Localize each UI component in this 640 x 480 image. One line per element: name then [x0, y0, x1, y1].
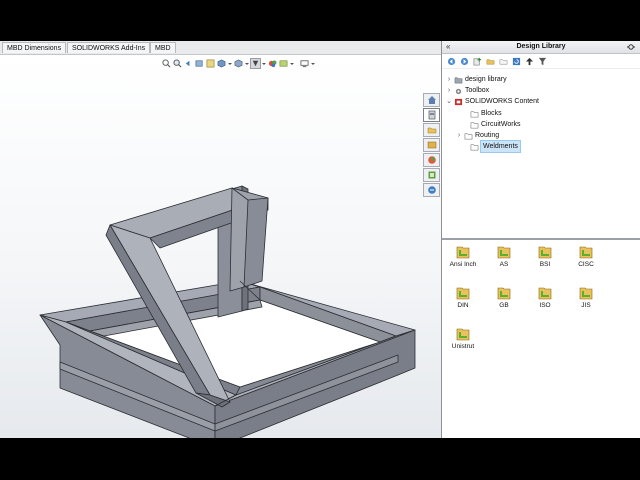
weldment-folder-icon	[456, 287, 470, 300]
view-settings-icon[interactable]	[300, 59, 309, 68]
section-view-icon[interactable]	[195, 59, 204, 68]
toolbox-icon	[455, 88, 462, 94]
zoom-area-icon[interactable]	[173, 58, 182, 68]
filter-icon[interactable]	[537, 56, 547, 66]
solidworks-window: MBD Dimensions SOLIDWORKS Add-Ins MBD « …	[0, 41, 640, 438]
solidworks-forum-icon[interactable]	[423, 183, 440, 197]
forward-icon[interactable]	[459, 56, 469, 66]
apply-scene-icon[interactable]	[279, 59, 288, 68]
standard-jis[interactable]: JIS	[569, 286, 603, 309]
chevron-down-icon[interactable]	[290, 59, 294, 68]
tree-item-toolbox[interactable]: › Toolbox	[446, 85, 489, 96]
zoom-to-fit-icon[interactable]	[162, 58, 171, 68]
expand-icon[interactable]: ›	[446, 74, 452, 85]
view-orientation-icon[interactable]	[217, 59, 226, 68]
weldment-folder-icon	[538, 287, 552, 300]
folder-icon	[470, 111, 479, 117]
expand-icon[interactable]: ›	[446, 85, 452, 96]
weldment-folder-icon	[456, 246, 470, 259]
tree-item-circuitworks[interactable]: CircuitWorks	[462, 119, 521, 130]
library-tree: › design library › Toolbox ⌄ SOLIDWORKS …	[442, 69, 640, 219]
tree-item-routing[interactable]: › Routing	[456, 130, 499, 141]
folder-icon	[470, 122, 479, 128]
standard-ansi-inch[interactable]: Ansi Inch	[446, 245, 480, 268]
tab-solidworks-add-ins[interactable]: SOLIDWORKS Add-Ins	[67, 42, 151, 53]
pin-icon[interactable]	[626, 42, 636, 52]
standard-iso[interactable]: ISO	[528, 286, 562, 309]
weldment-folder-icon	[497, 287, 511, 300]
task-pane-tabs	[423, 93, 440, 197]
create-new-folder-icon[interactable]	[498, 56, 508, 66]
weldment-folder-icon	[579, 287, 593, 300]
weldment-folder-icon	[497, 246, 511, 259]
design-library-panel: « Design Library › design library › Tool…	[441, 41, 640, 438]
graphics-area[interactable]	[0, 55, 441, 438]
chevron-down-icon[interactable]	[228, 59, 232, 68]
view-palette-icon[interactable]	[423, 138, 440, 152]
tab-mbd-dimensions[interactable]: MBD Dimensions	[2, 42, 67, 53]
collapse-tree-icon[interactable]: ⌄	[446, 96, 452, 107]
display-style-icon[interactable]	[234, 59, 243, 68]
standard-unistrut[interactable]: Unistrut	[446, 327, 480, 350]
custom-properties-icon[interactable]	[423, 168, 440, 182]
tree-item-design-library[interactable]: › design library	[446, 74, 507, 85]
tab-mbd[interactable]: MBD	[150, 42, 176, 53]
weldment-folder-icon	[538, 246, 552, 259]
standard-din[interactable]: DIN	[446, 286, 480, 309]
refresh-icon[interactable]	[511, 56, 521, 66]
panel-title: Design Library	[516, 43, 566, 50]
add-file-location-icon[interactable]	[485, 56, 495, 66]
up-one-level-icon[interactable]	[524, 56, 534, 66]
chevron-down-icon[interactable]	[311, 59, 315, 68]
weldment-folder-icon	[579, 246, 593, 259]
weldment-standards-grid: Ansi Inch AS BSI CISC DIN GB ISO JIS Uni…	[442, 241, 640, 438]
solidworks-content-icon	[454, 98, 463, 105]
weldment-model[interactable]	[0, 55, 441, 438]
pane-splitter[interactable]	[442, 238, 640, 240]
back-icon[interactable]	[446, 56, 456, 66]
weldment-folder-icon	[456, 328, 470, 341]
upright-right-member-face	[243, 197, 269, 288]
heads-up-view-toolbar	[162, 57, 315, 69]
previous-view-icon[interactable]	[184, 59, 193, 68]
library-folder-icon	[454, 77, 463, 83]
edit-appearance-icon[interactable]	[268, 59, 277, 68]
dynamic-annotation-icon[interactable]	[206, 59, 215, 68]
tree-item-blocks[interactable]: Blocks	[462, 108, 502, 119]
standard-gb[interactable]: GB	[487, 286, 521, 309]
folder-icon	[464, 133, 473, 139]
command-manager-tabs: MBD Dimensions SOLIDWORKS Add-Ins MBD	[0, 41, 441, 55]
standard-bsi[interactable]: BSI	[528, 245, 562, 268]
standard-as[interactable]: AS	[487, 245, 521, 268]
hide-show-items-icon[interactable]	[250, 57, 261, 69]
folder-icon	[470, 144, 479, 150]
panel-toolbar	[442, 54, 640, 69]
solidworks-resources-icon[interactable]	[423, 93, 440, 107]
add-to-library-icon[interactable]	[472, 56, 482, 66]
chevron-down-icon[interactable]	[245, 59, 249, 68]
appearances-icon[interactable]	[423, 153, 440, 167]
standard-cisc[interactable]: CISC	[569, 245, 603, 268]
expand-icon[interactable]: ›	[456, 130, 462, 141]
panel-header: « Design Library	[442, 41, 640, 54]
file-explorer-icon[interactable]	[423, 123, 440, 137]
tree-item-solidworks-content[interactable]: ⌄ SOLIDWORKS Content	[446, 96, 539, 107]
chevron-down-icon[interactable]	[262, 59, 266, 68]
design-library-icon[interactable]	[423, 108, 440, 122]
tree-item-weldments[interactable]: Weldments	[462, 140, 521, 153]
